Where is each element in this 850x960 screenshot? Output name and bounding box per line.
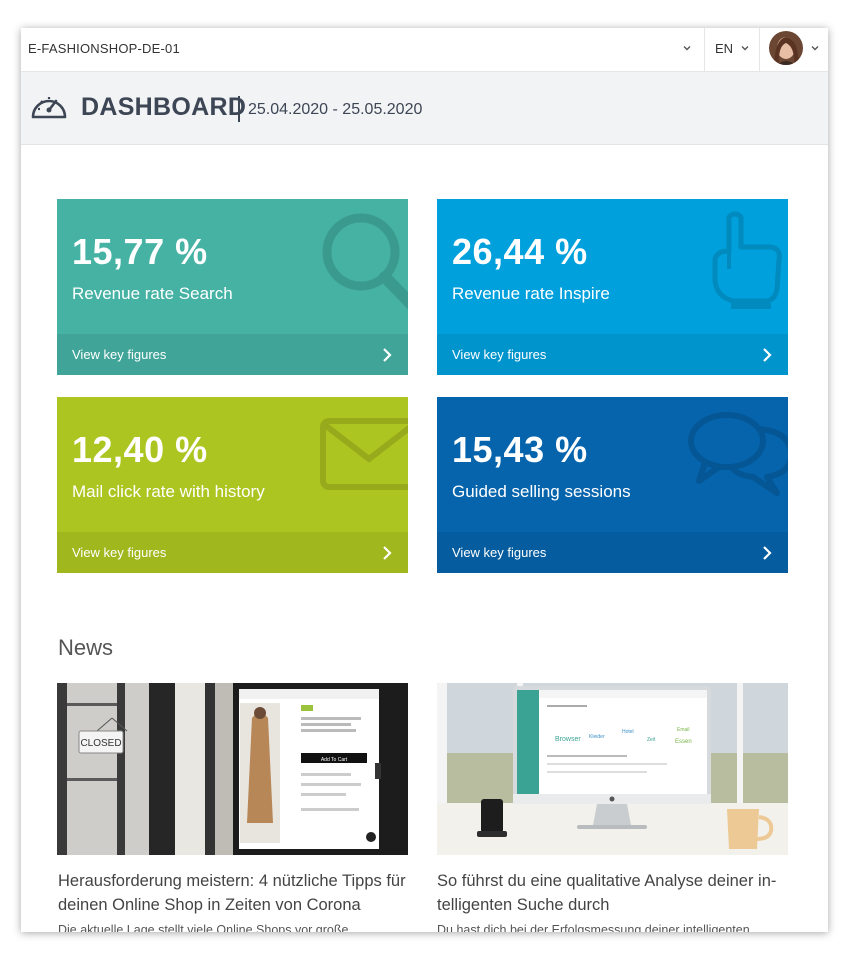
app-window: E-FASHIONSHOP-DE-01 EN DASHBOARD 25.04.2… [21, 28, 828, 932]
news-image-corona[interactable]: CLOSED Add To Cart [57, 683, 408, 855]
magnifier-icon [322, 213, 408, 310]
view-key-figures-link[interactable]: View key figures [437, 334, 788, 375]
chevron-down-icon[interactable] [681, 42, 693, 54]
chevron-down-icon[interactable] [809, 42, 821, 54]
kpi-value: 15,77 % [72, 231, 208, 272]
divider [704, 28, 705, 71]
view-key-figures-link[interactable]: View key figures [57, 532, 408, 573]
chevron-right-icon [763, 546, 772, 560]
speech-bubbles-icon [688, 412, 788, 496]
language-selector[interactable]: EN [715, 41, 733, 56]
chevron-right-icon [383, 348, 392, 362]
divider [759, 28, 760, 71]
page-title: DASHBOARD [81, 93, 247, 121]
link-label: View key figures [72, 347, 167, 362]
kpi-tile-mail-click-rate: 12,40 % Mail click rate with history Vie… [57, 397, 408, 573]
word-cloud-word: Hotel [622, 729, 634, 735]
kpi-value: 12,40 % [72, 429, 208, 470]
word-cloud-word: Zeit [647, 737, 656, 743]
pointing-hand-icon [712, 211, 782, 309]
kpi-value: 15,43 % [452, 429, 588, 470]
speedometer-icon [31, 97, 67, 119]
news-headline[interactable]: Herausforderung meistern: 4 nützliche Ti… [58, 869, 409, 917]
news-teaser: Du hast dich bei der Erfolgsmessung dein… [437, 923, 750, 932]
divider [238, 96, 240, 122]
closed-sign-text: CLOSED [80, 738, 121, 749]
shop-selector[interactable]: E-FASHIONSHOP-DE-01 [28, 41, 180, 56]
kpi-label: Guided selling sessions [452, 482, 631, 501]
view-key-figures-link[interactable]: View key figures [57, 334, 408, 375]
news-teaser: Die aktuelle Lage stellt viele Online Sh… [58, 923, 349, 932]
kpi-label: Mail click rate with history [72, 482, 265, 501]
word-cloud-word: Kleider [589, 734, 605, 740]
envelope-icon [320, 418, 408, 490]
top-bar: E-FASHIONSHOP-DE-01 EN [21, 28, 828, 72]
section-title-news: News [58, 635, 114, 660]
chevron-right-icon [383, 546, 392, 560]
word-cloud-word: Email [677, 727, 690, 733]
link-label: View key figures [452, 347, 547, 362]
kpi-value: 26,44 % [452, 231, 588, 272]
word-cloud-word: Browser [555, 736, 581, 743]
kpi-label: Revenue rate Inspire [452, 284, 610, 303]
link-label: View key figures [452, 545, 547, 560]
view-key-figures-link[interactable]: View key figures [437, 532, 788, 573]
chevron-down-icon[interactable] [739, 42, 751, 54]
word-cloud-word: Essen [675, 739, 692, 745]
add-to-cart-text: Add To Cart [321, 757, 348, 763]
date-range[interactable]: 25.04.2020 - 25.05.2020 [248, 101, 422, 119]
page-header: DASHBOARD 25.04.2020 - 25.05.2020 [21, 72, 828, 145]
kpi-label: Revenue rate Search [72, 284, 233, 303]
kpi-tile-guided-selling: 15,43 % Guided selling sessions View key… [437, 397, 788, 573]
link-label: View key figures [72, 545, 167, 560]
avatar[interactable] [769, 31, 803, 65]
chevron-right-icon [763, 348, 772, 362]
kpi-tile-revenue-inspire: 26,44 % Revenue rate Inspire View key fi… [437, 199, 788, 375]
news-headline[interactable]: So führst du eine qualitative Analyse de… [437, 869, 788, 917]
news-image-analysis[interactable]: Browser Kleider Email Essen Hotel Zeit [437, 683, 788, 855]
kpi-tile-revenue-search: 15,77 % Revenue rate Search View key fig… [57, 199, 408, 375]
